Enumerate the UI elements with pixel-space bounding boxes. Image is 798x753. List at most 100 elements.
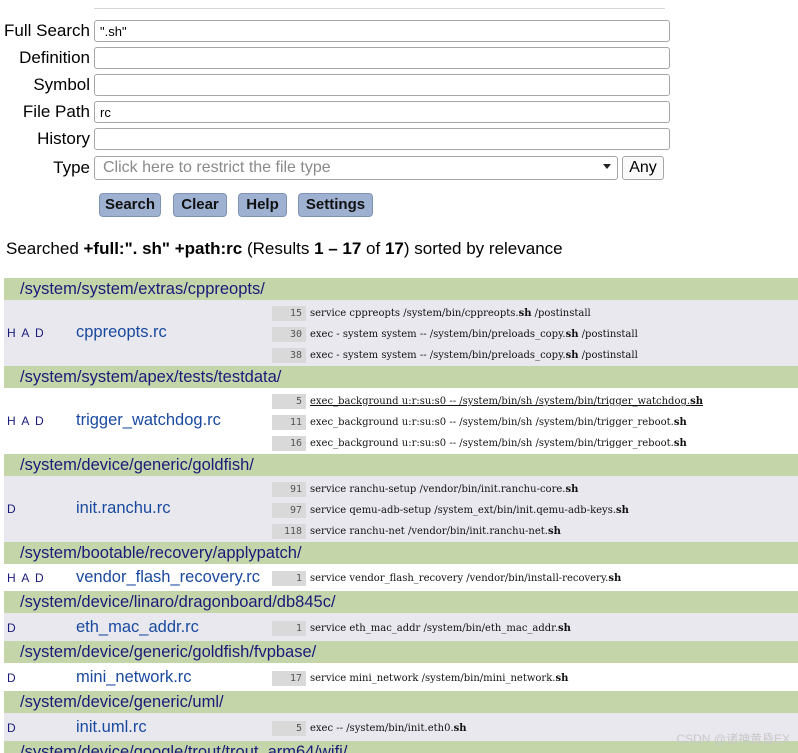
help-button[interactable]: Help — [238, 193, 287, 217]
result-dir-link[interactable]: /system/system/apex/tests/testdata/ — [4, 366, 798, 388]
line-text[interactable]: service mini_network /system/bin/mini_ne… — [310, 671, 568, 686]
match-line[interactable]: 11 exec_background u:r:su:s0 -- /system/… — [272, 415, 798, 430]
line-text[interactable]: service cppreopts /system/bin/cppreopts.… — [310, 306, 591, 321]
symbol-row: Symbol — [0, 73, 680, 97]
line-number[interactable]: 30 — [272, 327, 306, 342]
result-dir-link[interactable]: /system/device/linaro/dragonboard/db845c… — [4, 591, 798, 613]
result-file-row: H A D trigger_watchdog.rc 5 exec_backgro… — [4, 388, 798, 454]
history-annotate-download-links[interactable]: D — [7, 621, 17, 635]
line-text[interactable]: exec - system system -- /system/bin/prel… — [310, 327, 638, 342]
result-file-row: H A D vendor_flash_recovery.rc 1 service… — [4, 564, 798, 590]
line-text[interactable]: service eth_mac_addr /system/bin/eth_mac… — [310, 621, 571, 636]
line-number[interactable]: 97 — [272, 503, 306, 518]
match-line[interactable]: 15 service cppreopts /system/bin/cppreop… — [272, 306, 798, 321]
match-line[interactable]: 118 service ranchu-net /vendor/bin/init.… — [272, 524, 798, 539]
line-text[interactable]: exec_background u:r:su:s0 -- /system/bin… — [310, 394, 703, 409]
result-dir-link[interactable]: /system/device/generic/uml/ — [4, 691, 798, 713]
line-text[interactable]: exec -- /system/bin/init.eth0.sh — [310, 721, 467, 736]
result-file-row: H A D cppreopts.rc 15 service cppreopts … — [4, 300, 798, 366]
full-search-row: Full Search — [0, 19, 680, 43]
history-input[interactable] — [94, 128, 670, 150]
match-line[interactable]: 1 service vendor_flash_recovery /vendor/… — [272, 571, 798, 586]
summary-results-open: (Results — [242, 239, 315, 258]
history-annotate-download-links[interactable]: D — [7, 502, 17, 516]
line-text[interactable]: service qemu-adb-setup /system_ext/bin/i… — [310, 503, 629, 518]
result-file-link[interactable]: init.uml.rc — [76, 718, 147, 737]
file-path-row: File Path — [0, 100, 680, 124]
history-annotate-download-links[interactable]: D — [7, 721, 17, 735]
line-text[interactable]: exec - system system -- /system/bin/prel… — [310, 348, 638, 363]
chevron-down-icon — [603, 164, 611, 169]
symbol-input[interactable] — [94, 74, 670, 96]
summary-suffix: ) sorted by relevance — [403, 239, 563, 258]
summary-range: 1 – 17 — [314, 239, 362, 258]
match-line[interactable]: 5 exec_background u:r:su:s0 -- /system/b… — [272, 394, 798, 409]
line-number[interactable]: 5 — [272, 394, 306, 409]
line-text[interactable]: service ranchu-setup /vendor/bin/init.ra… — [310, 482, 578, 497]
line-text[interactable]: exec_background u:r:su:s0 -- /system/bin… — [310, 415, 687, 430]
result-dir-link[interactable]: /system/device/generic/goldfish/ — [4, 454, 798, 476]
file-path-input[interactable] — [94, 101, 670, 123]
history-label: History — [37, 129, 90, 148]
full-search-input[interactable] — [94, 20, 670, 42]
line-number[interactable]: 11 — [272, 415, 306, 430]
history-annotate-download-links[interactable]: D — [7, 671, 17, 685]
watermark: CSDN @诸神黄昏EX — [676, 732, 790, 746]
match-line[interactable]: 1 service eth_mac_addr /system/bin/eth_m… — [272, 621, 798, 636]
summary-query: +full:". sh" +path:rc — [83, 239, 243, 258]
match-line[interactable]: 16 exec_background u:r:su:s0 -- /system/… — [272, 436, 798, 451]
line-number[interactable]: 15 — [272, 306, 306, 321]
line-number[interactable]: 16 — [272, 436, 306, 451]
match-line[interactable]: 30 exec - system system -- /system/bin/p… — [272, 327, 798, 342]
history-row: History — [0, 127, 680, 151]
top-divider — [94, 8, 665, 9]
result-dir-link[interactable]: /system/bootable/recovery/applypatch/ — [4, 542, 798, 564]
type-row: Type Click here to restrict the file typ… — [0, 156, 680, 180]
summary-of: of — [361, 239, 385, 258]
file-path-label: File Path — [22, 102, 90, 121]
line-number[interactable]: 1 — [272, 571, 306, 586]
settings-button[interactable]: Settings — [298, 193, 373, 217]
result-file-link[interactable]: vendor_flash_recovery.rc — [76, 568, 260, 587]
any-button[interactable]: Any — [622, 156, 664, 180]
type-select[interactable]: Click here to restrict the file type — [94, 156, 618, 180]
clear-button[interactable]: Clear — [173, 193, 227, 217]
definition-label: Definition — [19, 48, 90, 67]
history-annotate-download-links[interactable]: H A D — [7, 571, 45, 585]
summary-total: 17 — [384, 239, 404, 258]
result-file-link[interactable]: cppreopts.rc — [76, 323, 167, 342]
result-file-link[interactable]: eth_mac_addr.rc — [76, 618, 199, 637]
result-file-row: D mini_network.rc 17 service mini_networ… — [4, 663, 798, 691]
full-search-label: Full Search — [4, 21, 90, 40]
line-number[interactable]: 1 — [272, 621, 306, 636]
line-text[interactable]: service vendor_flash_recovery /vendor/bi… — [310, 571, 621, 586]
result-file-link[interactable]: init.ranchu.rc — [76, 499, 170, 518]
line-number[interactable]: 118 — [272, 524, 306, 539]
line-text[interactable]: exec_background u:r:su:s0 -- /system/bin… — [310, 436, 687, 451]
line-number[interactable]: 91 — [272, 482, 306, 497]
match-line[interactable]: 38 exec - system system -- /system/bin/p… — [272, 348, 798, 363]
type-label: Type — [53, 158, 90, 177]
results-summary: Searched +full:". sh" +path:rc (Results … — [6, 239, 563, 259]
result-file-link[interactable]: mini_network.rc — [76, 668, 192, 687]
history-annotate-download-links[interactable]: H A D — [7, 326, 45, 340]
result-file-row: D eth_mac_addr.rc 1 service eth_mac_addr… — [4, 613, 798, 641]
definition-row: Definition — [0, 46, 680, 70]
result-dir-link[interactable]: /system/device/generic/goldfish/fvpbase/ — [4, 641, 798, 663]
symbol-label: Symbol — [33, 75, 90, 94]
line-number[interactable]: 38 — [272, 348, 306, 363]
match-line[interactable]: 97 service qemu-adb-setup /system_ext/bi… — [272, 503, 798, 518]
summary-prefix: Searched — [6, 239, 84, 258]
match-line[interactable]: 17 service mini_network /system/bin/mini… — [272, 671, 798, 686]
line-number[interactable]: 17 — [272, 671, 306, 686]
result-file-row: D init.ranchu.rc 91 service ranchu-setup… — [4, 476, 798, 542]
result-dir-link[interactable]: /system/system/extras/cppreopts/ — [4, 278, 798, 300]
history-annotate-download-links[interactable]: H A D — [7, 414, 45, 428]
match-line[interactable]: 91 service ranchu-setup /vendor/bin/init… — [272, 482, 798, 497]
search-button[interactable]: Search — [99, 193, 161, 217]
line-number[interactable]: 5 — [272, 721, 306, 736]
definition-input[interactable] — [94, 47, 670, 69]
result-file-link[interactable]: trigger_watchdog.rc — [76, 411, 221, 430]
type-select-placeholder: Click here to restrict the file type — [103, 159, 331, 176]
line-text[interactable]: service ranchu-net /vendor/bin/init.ranc… — [310, 524, 561, 539]
